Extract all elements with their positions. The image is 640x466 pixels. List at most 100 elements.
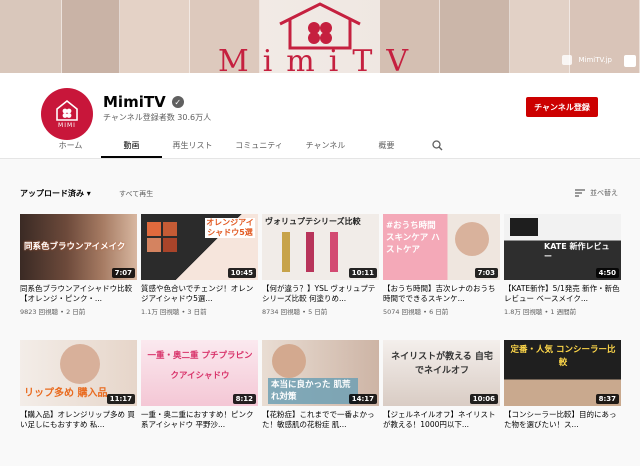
video-title[interactable]: 【KATE新作】5/1発売 新作・新色レビュー ベースメイク... (504, 284, 621, 304)
video-card[interactable]: 定番・人気 コンシーラー比較 8:37 【コンシーラー比較】目的にあった物を選び… (504, 340, 621, 458)
palette-swatch (147, 222, 161, 236)
channel-tabs: ホーム 動画 再生リスト コミュニティ チャンネル 概要 (0, 133, 640, 158)
video-meta: 5074 回視聴 • 6 日前 (383, 308, 449, 316)
banner-site-link[interactable]: MimiTV.jp (562, 55, 612, 65)
verified-check-icon: ✓ (171, 96, 184, 108)
video-title[interactable]: 【何が違う？】YSL ヴォリュプテシリーズ比較 何塗りめ... (262, 284, 379, 304)
video-duration: 10:06 (469, 394, 498, 404)
tab-videos[interactable]: 動画 (101, 133, 162, 158)
video-title[interactable]: 【コンシーラー比較】目的にあった物を選びたい！ス... (504, 410, 621, 430)
thumbnail-caption: 同系色ブラウンアイメイク (24, 242, 126, 252)
thumbnail-caption: ネイリストが教える 自宅でネイルオフ (391, 352, 493, 376)
video-card[interactable]: ヴォリュプテシリーズ比較 10:11 【何が違う？】YSL ヴォリュプテシリーズ… (262, 214, 379, 332)
thumbnail-caption: #おうち時間 スキンケア ハストケア (386, 221, 440, 255)
thumbnail-caption: ヴォリュプテシリーズ比較 (265, 217, 361, 226)
thumbnail-caption: リップ多め 購入品 (24, 388, 108, 399)
house-logo-icon (56, 99, 78, 121)
video-title[interactable]: 【ジェルネイルオフ】ネイリストが教える！1000円以下... (383, 410, 500, 430)
video-thumbnail[interactable]: 一重・奥二重 プチプラピンクアイシャドウ 8:12 (141, 340, 258, 406)
video-card[interactable]: #おうち時間 スキンケア ハストケア 7:03 【おうち時間】吉次レナのおうち時… (383, 214, 500, 332)
sort-by-button[interactable]: 並べ替え (575, 188, 618, 198)
video-title[interactable]: 同系色ブラウンアイシャドウ比較【オレンジ・ピンク・... (20, 284, 137, 304)
channel-name: MimiTV ✓ (103, 93, 184, 111)
palette-swatch (147, 238, 161, 252)
video-duration: 14:17 (348, 394, 377, 404)
search-icon (431, 140, 442, 151)
channel-header: MIMI MimiTV ✓ チャンネル登録者数 30.6万人 チャンネル登録 ホ… (0, 73, 640, 158)
video-meta: 1.1万 回視聴 • 3 日前 (141, 308, 207, 316)
banner-photo (0, 0, 62, 73)
uploads-dropdown[interactable]: アップロード済み ▾ (20, 188, 91, 199)
thumbnail-caption: 本当に良かった 肌荒れ対策 (268, 378, 358, 404)
video-duration: 11:17 (106, 394, 135, 404)
video-title[interactable]: 一重・奥二重におすすめ！ピンク系アイシャドウ 平野沙... (141, 410, 258, 430)
video-duration: 10:11 (348, 268, 377, 278)
video-meta: 9823 回視聴 • 2 日前 (20, 308, 86, 316)
lipstick-image (282, 232, 290, 272)
video-duration: 7:03 (474, 268, 498, 278)
video-duration: 7:07 (111, 268, 135, 278)
avatar-label: MIMI (58, 122, 76, 129)
video-thumbnail[interactable]: 定番・人気 コンシーラー比較 8:37 (504, 340, 621, 406)
subscribe-button[interactable]: チャンネル登録 (526, 97, 598, 117)
video-title[interactable]: 質感や色合いでチェンジ！オレンジアイシャドウ5選... (141, 284, 258, 304)
caret-down-icon: ▾ (86, 189, 91, 198)
video-card[interactable]: 同系色ブラウンアイメイク 7:07 同系色ブラウンアイシャドウ比較【オレンジ・ピ… (20, 214, 137, 332)
house-logo-icon (279, 2, 361, 50)
video-thumbnail[interactable]: KATE 新作レビュー 4:50 (504, 214, 621, 280)
video-duration: 10:45 (227, 268, 256, 278)
video-grid: 同系色ブラウンアイメイク 7:07 同系色ブラウンアイシャドウ比較【オレンジ・ピ… (20, 214, 621, 466)
tab-channels[interactable]: チャンネル (295, 133, 356, 158)
video-duration: 4:50 (595, 268, 619, 278)
social-link-icon[interactable] (624, 55, 636, 67)
video-meta: 1.8万 回視聴 • 1 週間前 (504, 308, 577, 316)
banner-photo (62, 0, 120, 73)
banner-photo (510, 0, 570, 73)
video-duration: 8:37 (595, 394, 619, 404)
video-card[interactable]: 一重・奥二重 プチプラピンクアイシャドウ 8:12 一重・奥二重におすすめ！ピン… (141, 340, 258, 458)
video-thumbnail[interactable]: 本当に良かった 肌荒れ対策 14:17 (262, 340, 379, 406)
channel-search-button[interactable] (417, 133, 457, 158)
tab-community[interactable]: コミュニティ (223, 133, 295, 158)
product-image (510, 218, 538, 236)
video-thumbnail[interactable]: ネイリストが教える 自宅でネイルオフ 10:06 (383, 340, 500, 406)
video-card[interactable]: リップ多め 購入品 11:17 【購入品】オレンジリップ多め 買い足しにもおすす… (20, 340, 137, 458)
video-thumbnail[interactable]: オレンジアイシャドウ5選 10:45 (141, 214, 258, 280)
palette-swatch (163, 222, 177, 236)
banner-photo (440, 0, 510, 73)
video-card[interactable]: 本当に良かった 肌荒れ対策 14:17 【花粉症】これまでで一番よかった！敏感肌… (262, 340, 379, 458)
video-card[interactable]: KATE 新作レビュー 4:50 【KATE新作】5/1発売 新作・新色レビュー… (504, 214, 621, 332)
video-title[interactable]: 【おうち時間】吉次レナのおうち時間でできるスキンケ... (383, 284, 500, 304)
presenter-photo (455, 222, 489, 256)
banner-photo (120, 0, 190, 73)
thumbnail-caption: KATE 新作レビュー (544, 242, 610, 261)
channel-banner: MimiTV MimiTV.jp (0, 0, 640, 73)
play-all-link[interactable]: すべて再生 (119, 189, 153, 199)
video-card[interactable]: ネイリストが教える 自宅でネイルオフ 10:06 【ジェルネイルオフ】ネイリスト… (383, 340, 500, 458)
lipstick-image (330, 232, 338, 272)
video-thumbnail[interactable]: 同系色ブラウンアイメイク 7:07 (20, 214, 137, 280)
video-controls: アップロード済み ▾ すべて再生 並べ替え (20, 186, 620, 204)
tab-playlists[interactable]: 再生リスト (162, 133, 223, 158)
header-divider (0, 158, 640, 159)
lipstick-image (306, 232, 314, 272)
video-title[interactable]: 【花粉症】これまでで一番よかった！敏感肌の花粉症 肌... (262, 410, 379, 430)
video-title[interactable]: 【購入品】オレンジリップ多め 買い足しにもおすすめ 私... (20, 410, 137, 430)
globe-icon (562, 55, 573, 65)
video-card[interactable]: オレンジアイシャドウ5選 10:45 質感や色合いでチェンジ！オレンジアイシャド… (141, 214, 258, 332)
thumbnail-caption: オレンジアイシャドウ5選 (205, 218, 255, 238)
thumbnail-caption: 一重・奥二重 プチプラピンクアイシャドウ (147, 351, 253, 381)
video-duration: 8:12 (232, 394, 256, 404)
video-thumbnail[interactable]: #おうち時間 スキンケア ハストケア 7:03 (383, 214, 500, 280)
video-thumbnail[interactable]: リップ多め 購入品 11:17 (20, 340, 137, 406)
video-thumbnail[interactable]: ヴォリュプテシリーズ比較 10:11 (262, 214, 379, 280)
presenter-photo (60, 344, 100, 384)
tab-home[interactable]: ホーム (40, 133, 101, 158)
banner-wordmark: MimiTV (217, 44, 423, 73)
subscriber-count: チャンネル登録者数 30.6万人 (103, 113, 212, 122)
tab-about[interactable]: 概要 (356, 133, 417, 158)
palette-swatch (163, 238, 177, 252)
sort-icon (575, 189, 585, 197)
video-meta: 8734 回視聴 • 5 日前 (262, 308, 328, 316)
thumbnail-caption: 定番・人気 コンシーラー比較 (510, 345, 616, 368)
